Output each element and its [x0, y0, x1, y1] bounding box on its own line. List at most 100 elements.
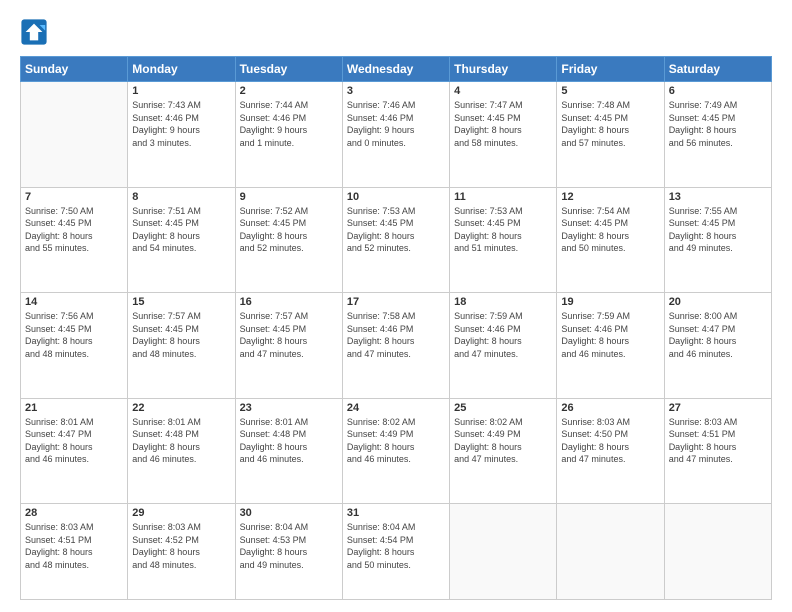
calendar-cell: 21 Sunrise: 8:01 AM Sunset: 4:47 PM Dayli… [21, 398, 128, 504]
calendar-cell: 6 Sunrise: 7:49 AM Sunset: 4:45 PM Daylig… [664, 82, 771, 188]
day-number: 24 [347, 402, 445, 414]
day-info: Sunrise: 8:03 AM Sunset: 4:51 PM Dayligh… [25, 521, 123, 571]
day-number: 10 [347, 191, 445, 203]
day-info: Sunrise: 7:57 AM Sunset: 4:45 PM Dayligh… [240, 310, 338, 360]
calendar-table: SundayMondayTuesdayWednesdayThursdayFrid… [20, 56, 772, 600]
day-info: Sunrise: 7:50 AM Sunset: 4:45 PM Dayligh… [25, 205, 123, 255]
day-number: 25 [454, 402, 552, 414]
day-info: Sunrise: 7:58 AM Sunset: 4:46 PM Dayligh… [347, 310, 445, 360]
weekday-header: Sunday [21, 57, 128, 82]
day-info: Sunrise: 8:04 AM Sunset: 4:54 PM Dayligh… [347, 521, 445, 571]
day-number: 21 [25, 402, 123, 414]
day-info: Sunrise: 8:02 AM Sunset: 4:49 PM Dayligh… [454, 416, 552, 466]
day-number: 14 [25, 296, 123, 308]
day-info: Sunrise: 7:59 AM Sunset: 4:46 PM Dayligh… [454, 310, 552, 360]
day-number: 12 [561, 191, 659, 203]
calendar-cell: 5Sunrise: 7:48 AM Sunset: 4:45 PM Daylig… [557, 82, 664, 188]
calendar-cell: 3Sunrise: 7:46 AM Sunset: 4:46 PM Daylig… [342, 82, 449, 188]
day-number: 7 [25, 191, 123, 203]
day-number: 13 [669, 191, 767, 203]
day-info: Sunrise: 8:03 AM Sunset: 4:52 PM Dayligh… [132, 521, 230, 571]
calendar-cell: 29 Sunrise: 8:03 AM Sunset: 4:52 PM Dayli… [128, 504, 235, 600]
calendar-cell: 31 Sunrise: 8:04 AM Sunset: 4:54 PM Dayli… [342, 504, 449, 600]
calendar-cell: 19 Sunrise: 7:59 AM Sunset: 4:46 PM Dayli… [557, 293, 664, 399]
day-info: Sunrise: 7:44 AM Sunset: 4:46 PM Dayligh… [240, 99, 338, 149]
day-number: 27 [669, 402, 767, 414]
calendar-cell: 23 Sunrise: 8:01 AM Sunset: 4:48 PM Dayli… [235, 398, 342, 504]
day-number: 28 [25, 507, 123, 519]
calendar-cell: 2 Sunrise: 7:44 AM Sunset: 4:46 PM Daylig… [235, 82, 342, 188]
calendar-cell: 11Sunrise: 7:53 AM Sunset: 4:45 PM Dayli… [450, 187, 557, 293]
day-info: Sunrise: 7:54 AM Sunset: 4:45 PM Dayligh… [561, 205, 659, 255]
day-number: 16 [240, 296, 338, 308]
day-info: Sunrise: 8:04 AM Sunset: 4:53 PM Dayligh… [240, 521, 338, 571]
calendar-cell: 22 Sunrise: 8:01 AM Sunset: 4:48 PM Dayli… [128, 398, 235, 504]
calendar-header-row: SundayMondayTuesdayWednesdayThursdayFrid… [21, 57, 772, 82]
day-number: 26 [561, 402, 659, 414]
day-info: Sunrise: 8:01 AM Sunset: 4:48 PM Dayligh… [240, 416, 338, 466]
day-info: Sunrise: 8:01 AM Sunset: 4:48 PM Dayligh… [132, 416, 230, 466]
day-number: 11 [454, 191, 552, 203]
day-info: Sunrise: 7:56 AM Sunset: 4:45 PM Dayligh… [25, 310, 123, 360]
calendar-cell: 12 Sunrise: 7:54 AM Sunset: 4:45 PM Dayli… [557, 187, 664, 293]
day-info: Sunrise: 7:51 AM Sunset: 4:45 PM Dayligh… [132, 205, 230, 255]
day-number: 4 [454, 85, 552, 97]
calendar-cell: 13 Sunrise: 7:55 AM Sunset: 4:45 PM Dayli… [664, 187, 771, 293]
day-info: Sunrise: 8:00 AM Sunset: 4:47 PM Dayligh… [669, 310, 767, 360]
calendar-cell: 17 Sunrise: 7:58 AM Sunset: 4:46 PM Dayli… [342, 293, 449, 399]
weekday-header: Tuesday [235, 57, 342, 82]
calendar-cell: 26 Sunrise: 8:03 AM Sunset: 4:50 PM Dayli… [557, 398, 664, 504]
calendar-cell: 16 Sunrise: 7:57 AM Sunset: 4:45 PM Dayli… [235, 293, 342, 399]
day-number: 6 [669, 85, 767, 97]
day-info: Sunrise: 7:48 AM Sunset: 4:45 PM Dayligh… [561, 99, 659, 149]
day-info: Sunrise: 8:03 AM Sunset: 4:51 PM Dayligh… [669, 416, 767, 466]
day-number: 29 [132, 507, 230, 519]
calendar-cell: 15Sunrise: 7:57 AM Sunset: 4:45 PM Dayli… [128, 293, 235, 399]
calendar-week-row: 7 Sunrise: 7:50 AM Sunset: 4:45 PM Daylig… [21, 187, 772, 293]
header [20, 18, 772, 46]
calendar-cell: 25 Sunrise: 8:02 AM Sunset: 4:49 PM Dayli… [450, 398, 557, 504]
day-info: Sunrise: 8:03 AM Sunset: 4:50 PM Dayligh… [561, 416, 659, 466]
calendar-cell: 10 Sunrise: 7:53 AM Sunset: 4:45 PM Dayli… [342, 187, 449, 293]
weekday-header: Wednesday [342, 57, 449, 82]
weekday-header: Thursday [450, 57, 557, 82]
day-info: Sunrise: 7:43 AM Sunset: 4:46 PM Dayligh… [132, 99, 230, 149]
calendar-cell: 8 Sunrise: 7:51 AM Sunset: 4:45 PM Daylig… [128, 187, 235, 293]
calendar-cell: 18 Sunrise: 7:59 AM Sunset: 4:46 PM Dayli… [450, 293, 557, 399]
day-number: 18 [454, 296, 552, 308]
day-info: Sunrise: 7:57 AM Sunset: 4:45 PM Dayligh… [132, 310, 230, 360]
calendar-cell: 27 Sunrise: 8:03 AM Sunset: 4:51 PM Dayli… [664, 398, 771, 504]
day-info: Sunrise: 7:49 AM Sunset: 4:45 PM Dayligh… [669, 99, 767, 149]
calendar-cell: 1 Sunrise: 7:43 AM Sunset: 4:46 PM Daylig… [128, 82, 235, 188]
day-number: 1 [132, 85, 230, 97]
day-info: Sunrise: 7:46 AM Sunset: 4:46 PM Dayligh… [347, 99, 445, 149]
day-number: 17 [347, 296, 445, 308]
calendar-cell: 4Sunrise: 7:47 AM Sunset: 4:45 PM Daylig… [450, 82, 557, 188]
weekday-header: Monday [128, 57, 235, 82]
day-number: 31 [347, 507, 445, 519]
day-number: 2 [240, 85, 338, 97]
day-info: Sunrise: 7:55 AM Sunset: 4:45 PM Dayligh… [669, 205, 767, 255]
day-info: Sunrise: 8:01 AM Sunset: 4:47 PM Dayligh… [25, 416, 123, 466]
calendar-cell: 14 Sunrise: 7:56 AM Sunset: 4:45 PM Dayli… [21, 293, 128, 399]
calendar-cell: 28 Sunrise: 8:03 AM Sunset: 4:51 PM Dayli… [21, 504, 128, 600]
calendar-cell: 24Sunrise: 8:02 AM Sunset: 4:49 PM Dayli… [342, 398, 449, 504]
weekday-header: Saturday [664, 57, 771, 82]
day-number: 9 [240, 191, 338, 203]
calendar-cell: 30Sunrise: 8:04 AM Sunset: 4:53 PM Dayli… [235, 504, 342, 600]
calendar-week-row: 14 Sunrise: 7:56 AM Sunset: 4:45 PM Dayli… [21, 293, 772, 399]
day-number: 23 [240, 402, 338, 414]
day-number: 20 [669, 296, 767, 308]
calendar-cell [557, 504, 664, 600]
day-info: Sunrise: 7:53 AM Sunset: 4:45 PM Dayligh… [347, 205, 445, 255]
calendar-cell: 7 Sunrise: 7:50 AM Sunset: 4:45 PM Daylig… [21, 187, 128, 293]
day-number: 8 [132, 191, 230, 203]
page: SundayMondayTuesdayWednesdayThursdayFrid… [0, 0, 792, 612]
day-info: Sunrise: 7:52 AM Sunset: 4:45 PM Dayligh… [240, 205, 338, 255]
calendar-week-row: 21 Sunrise: 8:01 AM Sunset: 4:47 PM Dayli… [21, 398, 772, 504]
day-info: Sunrise: 7:59 AM Sunset: 4:46 PM Dayligh… [561, 310, 659, 360]
logo [20, 18, 52, 46]
day-number: 22 [132, 402, 230, 414]
day-number: 19 [561, 296, 659, 308]
calendar-cell [450, 504, 557, 600]
